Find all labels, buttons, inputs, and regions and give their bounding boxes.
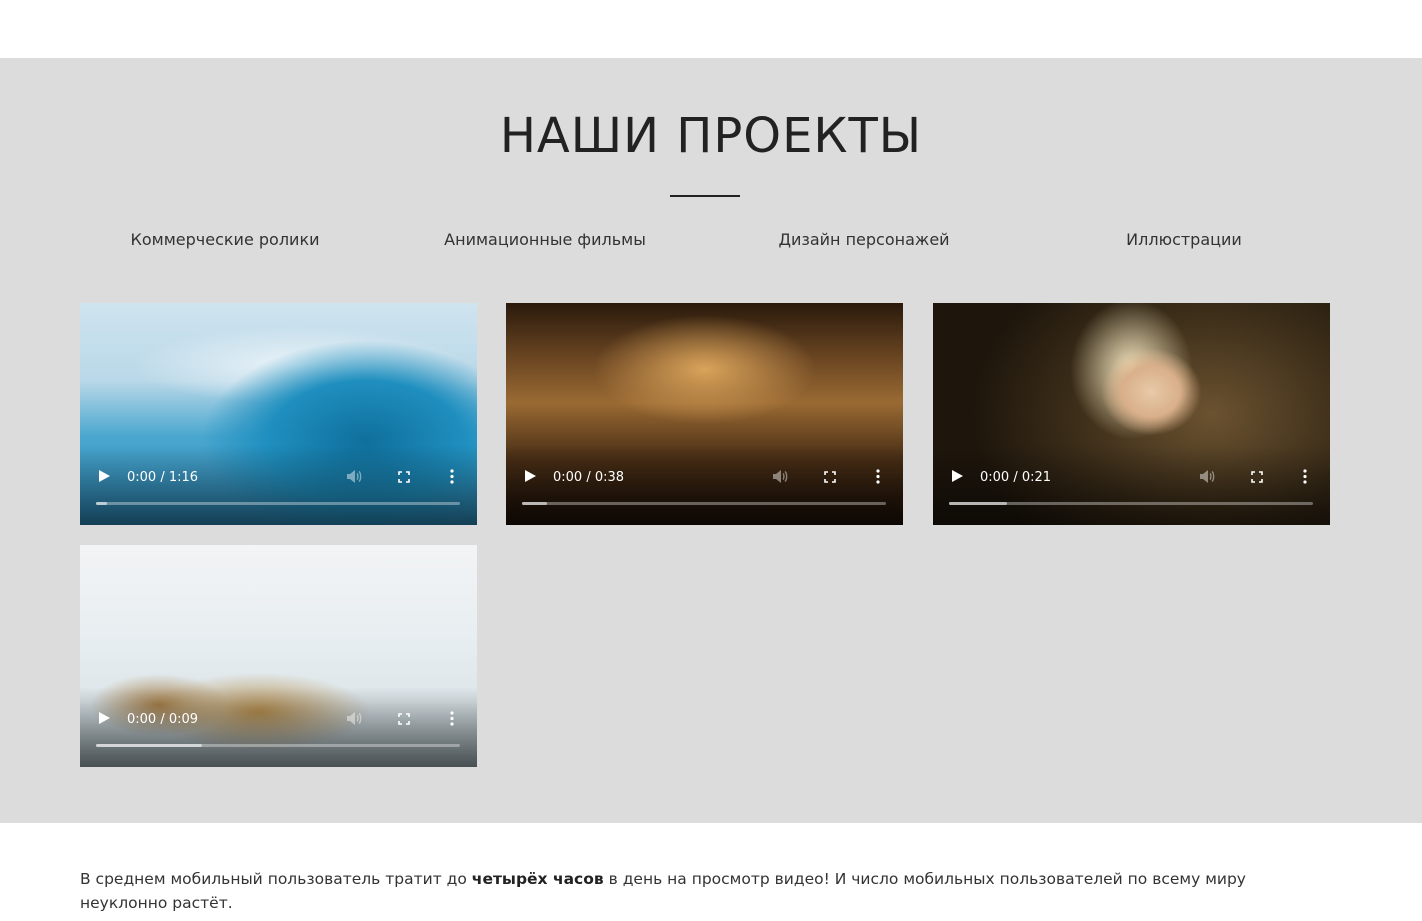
progress-bar[interactable] xyxy=(522,502,886,505)
more-vert-icon[interactable] xyxy=(450,711,454,726)
video-controls: 0:00 / 0:09 xyxy=(80,687,477,767)
tab-character-design[interactable]: Дизайн персонажей xyxy=(778,230,949,249)
volume-icon[interactable] xyxy=(346,711,363,726)
video-player-3[interactable]: 0:00 / 0:21 xyxy=(933,303,1330,525)
progress-bar[interactable] xyxy=(96,744,460,747)
progress-bar[interactable] xyxy=(949,502,1313,505)
more-vert-icon[interactable] xyxy=(876,469,880,484)
progress-fill xyxy=(96,502,107,505)
progress-fill xyxy=(949,502,1008,505)
tab-illustrations[interactable]: Иллюстрации xyxy=(1126,230,1242,249)
fullscreen-icon[interactable] xyxy=(1251,471,1263,483)
paragraph-text-1: В среднем мобильный пользователь тратит … xyxy=(80,870,472,888)
play-icon[interactable] xyxy=(99,470,110,482)
title-divider xyxy=(670,195,740,197)
progress-bar[interactable] xyxy=(96,502,460,505)
video-controls: 0:00 / 1:16 xyxy=(80,445,477,525)
top-band xyxy=(0,0,1422,58)
volume-icon[interactable] xyxy=(346,469,363,484)
fullscreen-icon[interactable] xyxy=(398,471,410,483)
project-tabs: Коммерческие ролики Анимационные фильмы … xyxy=(0,230,1422,252)
play-icon[interactable] xyxy=(525,470,536,482)
more-vert-icon[interactable] xyxy=(1303,469,1307,484)
progress-fill xyxy=(96,744,202,747)
tab-animated-films[interactable]: Анимационные фильмы xyxy=(444,230,646,249)
video-time: 0:00 / 0:21 xyxy=(980,470,1052,485)
volume-icon[interactable] xyxy=(1199,469,1216,484)
intro-paragraph: В среднем мобильный пользователь тратит … xyxy=(80,867,1280,915)
projects-section: НАШИ ПРОЕКТЫ Коммерческие ролики Анимаци… xyxy=(0,58,1422,823)
video-controls: 0:00 / 0:21 xyxy=(933,445,1330,525)
play-icon[interactable] xyxy=(99,712,110,724)
play-icon[interactable] xyxy=(952,470,963,482)
video-time: 0:00 / 1:16 xyxy=(127,470,199,485)
tab-commercials[interactable]: Коммерческие ролики xyxy=(130,230,319,249)
fullscreen-icon[interactable] xyxy=(398,713,410,725)
volume-icon[interactable] xyxy=(772,469,789,484)
video-player-2[interactable]: 0:00 / 0:38 xyxy=(506,303,903,525)
video-time: 0:00 / 0:09 xyxy=(127,712,199,727)
video-player-1[interactable]: 0:00 / 1:16 xyxy=(80,303,477,525)
progress-fill xyxy=(522,502,548,505)
fullscreen-icon[interactable] xyxy=(824,471,836,483)
section-title: НАШИ ПРОЕКТЫ xyxy=(499,108,923,164)
video-controls: 0:00 / 0:38 xyxy=(506,445,903,525)
more-vert-icon[interactable] xyxy=(450,469,454,484)
video-time: 0:00 / 0:38 xyxy=(553,470,625,485)
paragraph-bold: четырёх часов xyxy=(471,870,604,888)
video-player-4[interactable]: 0:00 / 0:09 xyxy=(80,545,477,767)
